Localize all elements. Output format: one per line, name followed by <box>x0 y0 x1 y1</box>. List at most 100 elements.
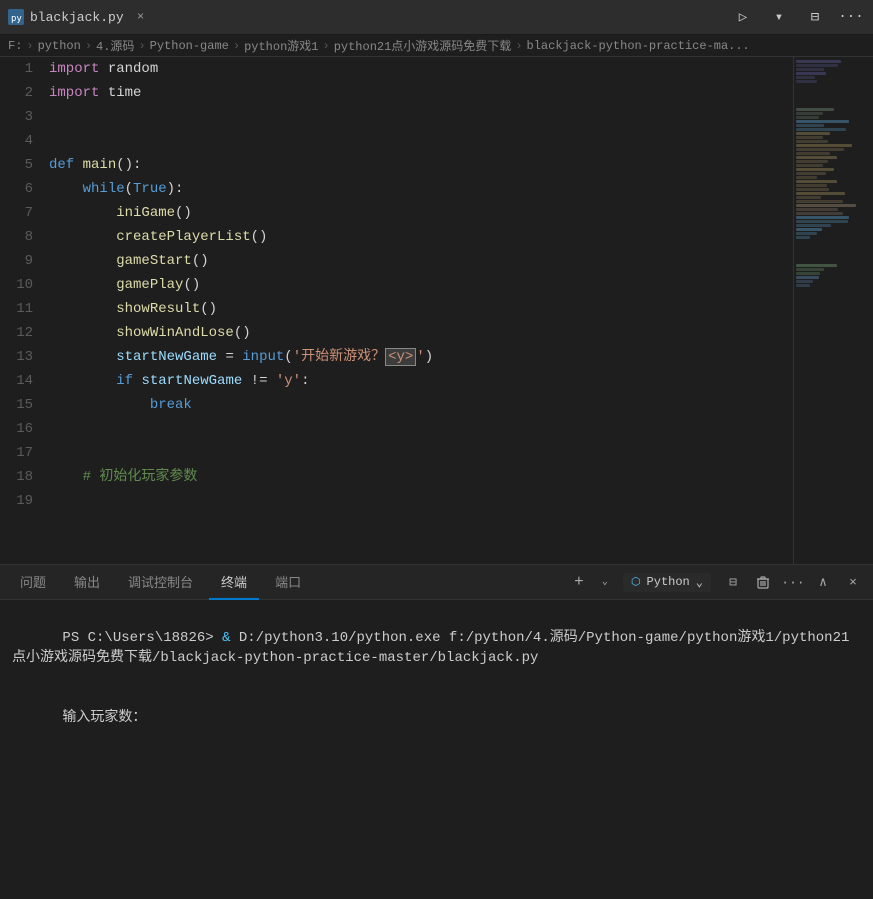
plain-token: ( <box>284 349 292 365</box>
minimap-line <box>796 200 843 203</box>
terminal-command-amp: & <box>222 630 239 646</box>
kw-blue-token: while <box>83 181 125 197</box>
str-token: '开始新游戏？ <box>293 349 385 365</box>
plain-token: () <box>175 205 192 221</box>
line-number: 12 <box>0 321 45 345</box>
line-number: 17 <box>0 441 45 465</box>
minimap-line <box>796 160 828 163</box>
line-content: if startNewGame != 'y': <box>45 369 793 393</box>
plain-token: = <box>217 349 242 365</box>
more-actions-button[interactable]: ··· <box>837 3 865 31</box>
terminal-python-indicator[interactable]: ⬡ Python ⌄ <box>623 573 711 592</box>
tab-ports[interactable]: 端口 <box>263 565 313 600</box>
line-number: 15 <box>0 393 45 417</box>
plain-token <box>49 181 83 197</box>
plain-token: : <box>301 373 309 389</box>
minimap-line <box>796 196 821 199</box>
minimap <box>793 57 873 564</box>
close-panel-button[interactable]: × <box>841 570 865 594</box>
tab-output[interactable]: 输出 <box>62 565 112 600</box>
split-editor-button[interactable]: ⊟ <box>801 3 829 31</box>
tab-close-button[interactable]: × <box>132 8 150 26</box>
plain-token <box>49 229 116 245</box>
minimap-line <box>796 212 843 215</box>
code-line: 1import random <box>0 57 793 81</box>
line-content: iniGame() <box>45 201 793 225</box>
line-number: 16 <box>0 417 45 441</box>
breadcrumb-source: 4.源码 <box>96 37 134 54</box>
line-content: break <box>45 393 793 417</box>
breadcrumb-drive: F: <box>8 39 22 53</box>
plain-token: random <box>99 61 158 77</box>
line-number: 7 <box>0 201 45 225</box>
plain-token: () <box>234 325 251 341</box>
line-content: showResult() <box>45 297 793 321</box>
minimap-line <box>796 108 834 111</box>
plain-token <box>49 397 150 413</box>
terminal-content[interactable]: PS C:\Users\18826> & D:/python3.10/pytho… <box>0 600 873 864</box>
file-icon: py <box>8 9 24 25</box>
terminal-python-label: Python <box>647 575 690 589</box>
plain-token: () <box>192 253 209 269</box>
kw-token: import <box>49 85 99 101</box>
tab-problems[interactable]: 问题 <box>8 565 58 600</box>
kw-token: import <box>49 61 99 77</box>
minimap-line <box>796 68 824 71</box>
str-token: ' <box>416 349 424 365</box>
line-number: 9 <box>0 249 45 273</box>
line-content: gameStart() <box>45 249 793 273</box>
line-number: 1 <box>0 57 45 81</box>
split-terminal-button[interactable]: ⊟ <box>721 570 745 594</box>
breadcrumb-dl: python21点小游戏源码免费下载 <box>334 37 512 54</box>
minimap-line <box>796 136 823 139</box>
plain-token: () <box>200 301 217 317</box>
minimap-line <box>796 64 838 67</box>
fn-token: showWinAndLose <box>116 325 234 341</box>
minimap-line <box>796 76 815 79</box>
code-line: 8 createPlayerList() <box>0 225 793 249</box>
minimap-line <box>796 72 826 75</box>
tab-debug-console[interactable]: 调试控制台 <box>116 565 205 600</box>
terminal-python-path: D:/python3.10/python.exe <box>239 630 449 646</box>
add-terminal-button[interactable]: + <box>567 570 591 594</box>
minimap-line <box>796 120 849 123</box>
plain-token <box>49 205 116 221</box>
code-editor[interactable]: 1import random2import time345def main():… <box>0 57 793 564</box>
plain-token: ): <box>167 181 184 197</box>
code-line: 15 break <box>0 393 793 417</box>
line-number: 6 <box>0 177 45 201</box>
line-number: 2 <box>0 81 45 105</box>
maximize-panel-button[interactable]: ∧ <box>811 570 835 594</box>
run-button[interactable]: ▷ <box>729 3 757 31</box>
code-line: 4 <box>0 129 793 153</box>
panel-header: 问题 输出 调试控制台 终端 端口 + ⌄ ⬡ Python ⌄ ⊟ <box>0 565 873 600</box>
minimap-line <box>796 180 837 183</box>
plain-token <box>49 301 116 317</box>
minimap-lines <box>794 57 873 290</box>
code-line: 12 showWinAndLose() <box>0 321 793 345</box>
run-dropdown-button[interactable]: ▾ <box>765 3 793 31</box>
minimap-line <box>796 184 827 187</box>
minimap-line <box>796 144 852 147</box>
code-line: 18 # 初始化玩家参数 <box>0 465 793 489</box>
line-number: 10 <box>0 273 45 297</box>
add-terminal-group: + ⌄ <box>567 570 617 594</box>
code-lines: 1import random2import time345def main():… <box>0 57 793 513</box>
minimap-line <box>796 188 829 191</box>
plain-token <box>49 469 83 485</box>
minimap-line <box>796 80 817 83</box>
kill-terminal-button[interactable] <box>751 570 775 594</box>
title-actions: ▷ ▾ ⊟ ··· <box>729 3 865 31</box>
minimap-line <box>796 128 846 131</box>
more-panel-actions-button[interactable]: ··· <box>781 570 805 594</box>
input-highlight-token: <y> <box>385 348 416 366</box>
breadcrumb: F: › python › 4.源码 › Python-game › pytho… <box>0 35 873 57</box>
panel: 问题 输出 调试控制台 终端 端口 + ⌄ ⬡ Python ⌄ ⊟ <box>0 564 873 864</box>
line-number: 5 <box>0 153 45 177</box>
plain-token: time <box>99 85 141 101</box>
terminal-type-dropdown[interactable]: ⌄ <box>593 570 617 594</box>
plain-token <box>49 493 83 509</box>
minimap-line <box>796 264 837 267</box>
fn-token: gamePlay <box>116 277 183 293</box>
tab-terminal[interactable]: 终端 <box>209 565 259 600</box>
